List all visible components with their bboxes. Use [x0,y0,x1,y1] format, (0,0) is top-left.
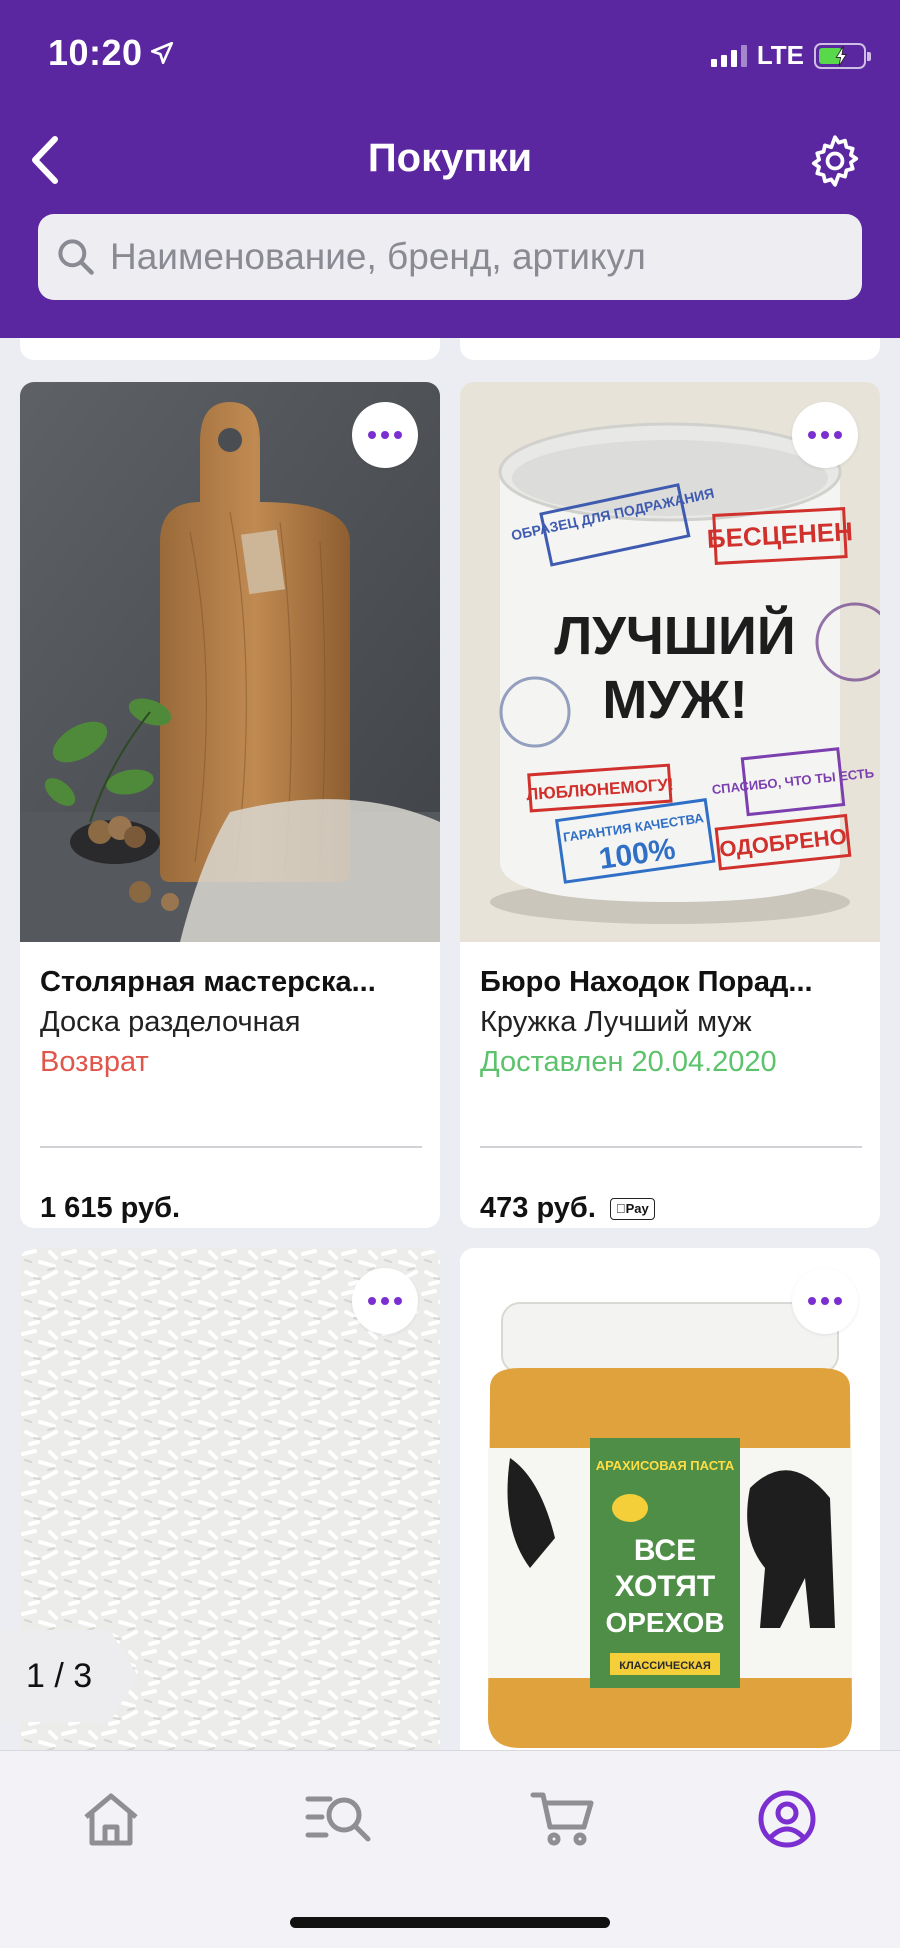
jar-text-main1: ВСЕ [634,1534,696,1567]
product-price: 1 615 руб. [40,1192,181,1224]
jar-text-main3: ОРЕХОВ [605,1607,724,1638]
search-icon [58,239,94,275]
search-bar[interactable] [38,214,862,300]
apple-pay-badge: Pay [609,1197,655,1220]
order-status: Возврат [40,1046,149,1078]
gear-icon [811,135,859,187]
tab-catalog[interactable] [294,1781,384,1857]
network-type: LTE [756,40,804,70]
product-name: Доска разделочная [40,1006,301,1038]
more-options-button[interactable] [792,402,858,468]
order-status: Доставлен 20.04.2020 [480,1046,777,1078]
seller-name: Столярная мастерска... [40,966,376,998]
chevron-left-icon [32,136,58,184]
home-icon [84,1793,138,1846]
product-info: Бюро Находок Порад... Кружка Лучший муж … [480,962,862,1082]
page-title: Покупки [367,136,533,180]
tab-profile[interactable] [742,1781,832,1857]
divider [40,1146,422,1148]
navigation-bar: Покупки [0,118,900,202]
tab-home[interactable] [66,1781,156,1857]
mug-main-line1: ЛУЧШИЙ [554,605,795,666]
profile-icon [758,1790,816,1848]
tab-cart[interactable] [518,1781,608,1857]
divider [480,1146,862,1148]
more-options-button[interactable] [352,402,418,468]
product-card[interactable]: ОБРАЗЕЦ ДЛЯ ПОДРАЖАНИЯ БЕСЦЕНЕН ЛУЧШИЙ М… [460,382,880,1228]
price-row: 1 615 руб. [40,1192,180,1225]
settings-button[interactable] [804,130,866,192]
jar-text-bottom: КЛАССИЧЕСКАЯ [619,1660,711,1672]
product-card[interactable]: Столярная мастерска... Доска разделочная… [20,382,440,1228]
mug-main-line2: МУЖ! [602,670,747,730]
more-options-button[interactable] [352,1268,418,1334]
status-indicators: LTE [710,40,871,71]
cart-icon [530,1792,594,1846]
status-time-text: 10:20 [48,32,143,73]
jar-text-main2: ХОТЯТ [615,1570,715,1603]
product-info: Столярная мастерска... Доска разделочная… [40,962,422,1082]
product-name: Кружка Лучший муж [480,1006,752,1038]
back-button[interactable] [14,130,74,190]
home-indicator [290,1917,610,1928]
product-card-partial[interactable] [20,338,440,360]
product-price: 473 руб. [480,1192,596,1224]
product-card[interactable]: АРАХИСОВАЯ ПАСТА ВСЕ ХОТЯТ ОРЕХОВ КЛАССИ… [460,1248,880,1750]
status-bar: 10:20 LTE [0,0,900,110]
signal-strength-icon [710,44,747,67]
jar-text-top: АРАХИСОВАЯ ПАСТА [596,1458,735,1473]
page-indicator: 1 / 3 [0,1630,138,1722]
location-arrow-icon [150,41,173,65]
product-card-partial[interactable] [460,338,880,360]
apple-pay-label: Pay [615,1200,649,1216]
search-input[interactable] [110,236,850,278]
app-header: 10:20 LTE Покупки [0,0,900,338]
seller-name: Бюро Находок Порад... [480,966,813,998]
catalog-search-icon [305,1796,371,1842]
price-row: 473 руб. Pay [480,1192,655,1225]
more-options-button[interactable] [792,1268,858,1334]
tab-bar [0,1750,900,1948]
status-time: 10:20 [48,32,175,74]
purchases-grid: Столярная мастерска... Доска разделочная… [0,338,900,1750]
battery-icon [814,42,871,69]
